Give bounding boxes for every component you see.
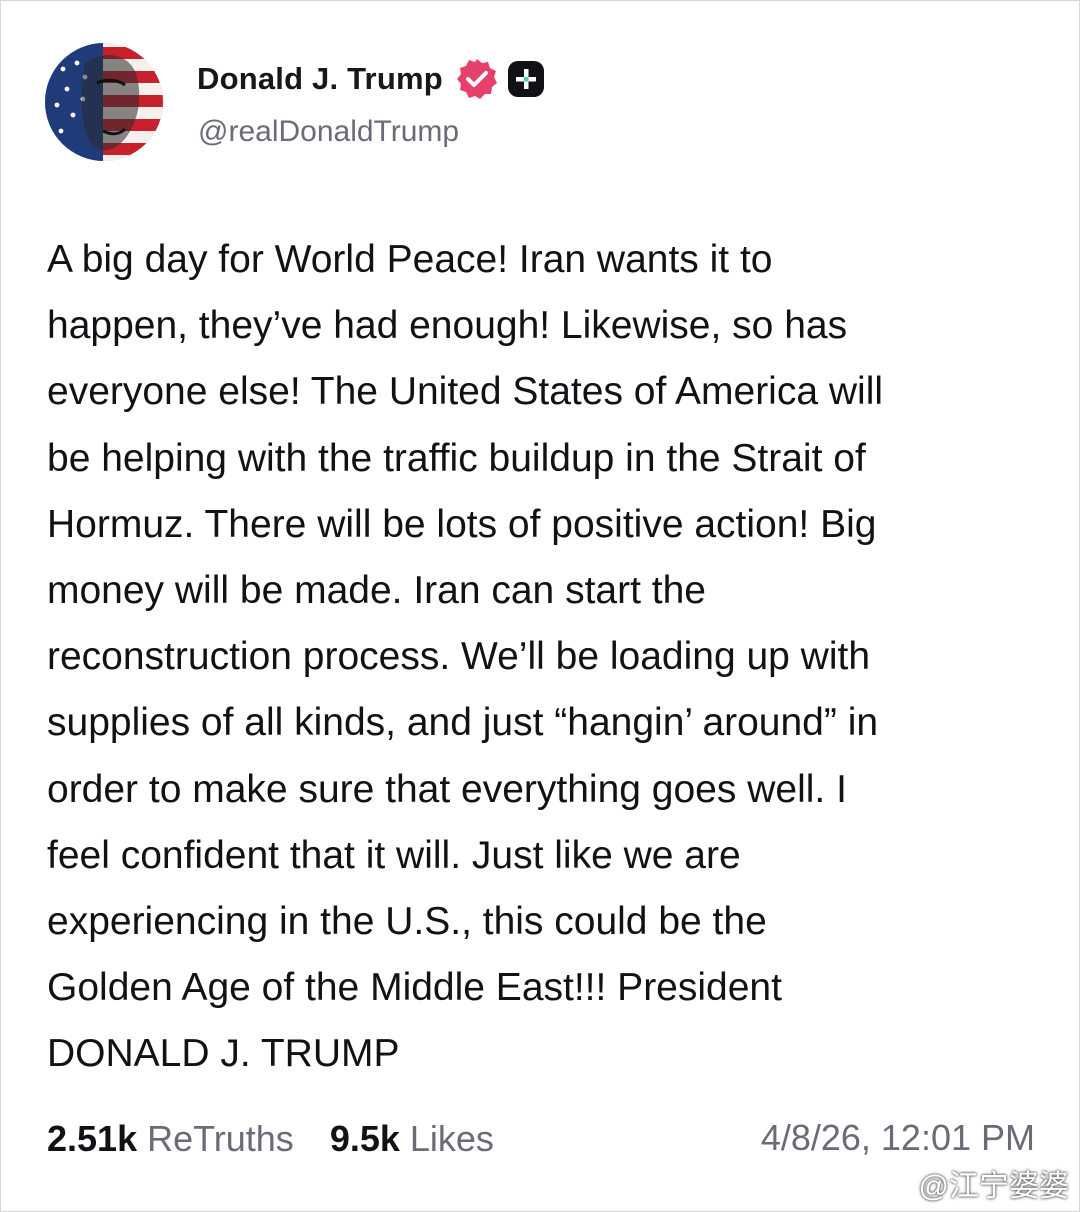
retruths-count[interactable]: 2.51k — [47, 1118, 137, 1160]
watermark-text: @江宁婆婆 — [918, 1170, 1069, 1203]
post-header: Donald J. Trump @realDonaldTrump — [45, 43, 1045, 163]
watermark: @江宁婆婆 — [875, 1165, 1069, 1203]
likes-count[interactable]: 9.5k — [330, 1118, 400, 1160]
author-handle[interactable]: @realDonaldTrump — [198, 115, 459, 149]
post-timestamp[interactable]: 4/8/26, 12:01 PM — [761, 1117, 1035, 1159]
author-name-row: Donald J. Trump — [197, 57, 545, 101]
likes-label[interactable]: Likes — [410, 1118, 494, 1160]
post-body-text: A big day for World Peace! Iran wants it… — [47, 238, 884, 1076]
avatar-flag-portrait-icon — [45, 43, 163, 161]
plus-badge-icon — [507, 60, 545, 98]
post-card: Donald J. Trump @realDonaldTrump A big d… — [0, 0, 1080, 1212]
retruths-label[interactable]: ReTruths — [147, 1118, 294, 1160]
weibo-logo-icon — [875, 1167, 913, 1199]
avatar[interactable] — [45, 43, 163, 161]
post-stats-bar: 2.51k ReTruths 9.5k Likes 4/8/26, 12:01 … — [47, 1111, 1037, 1167]
verified-badge-icon — [455, 57, 499, 101]
author-display-name[interactable]: Donald J. Trump — [197, 61, 443, 97]
